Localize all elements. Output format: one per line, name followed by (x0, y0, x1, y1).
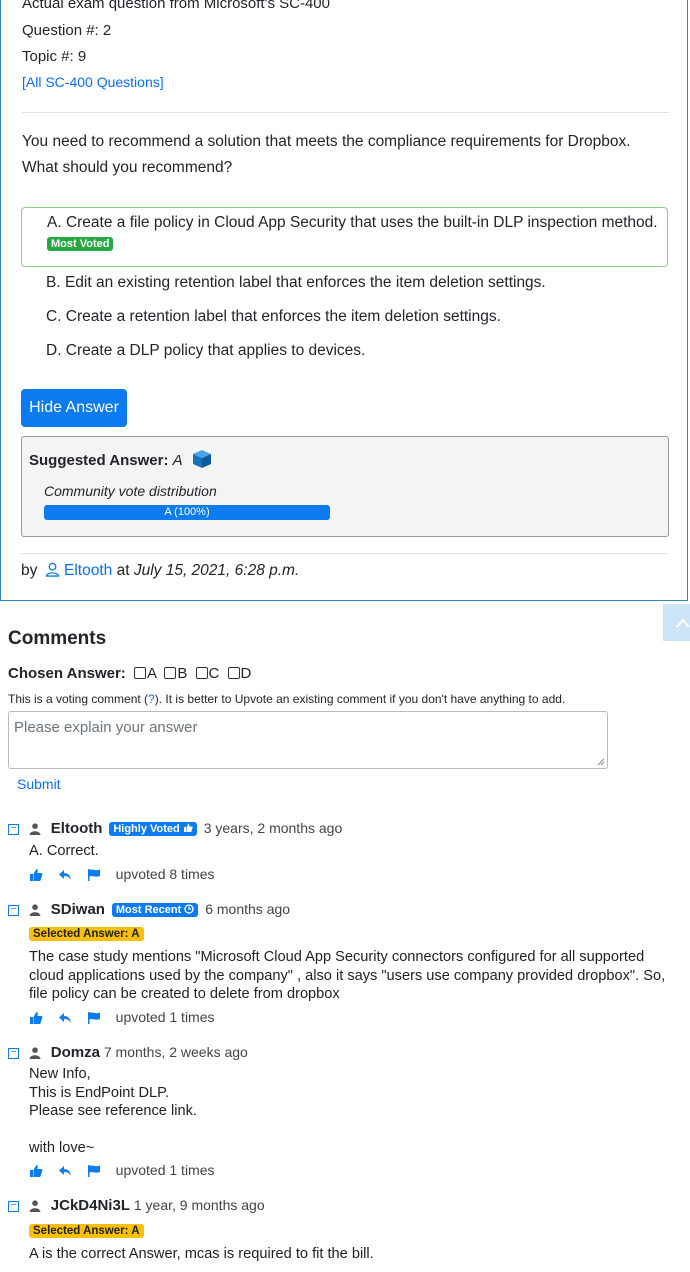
comment-textarea[interactable]: Please explain your answer (8, 711, 608, 769)
post-date: July 15, 2021, 6:28 p.m. (133, 562, 300, 579)
most-recent-label: Most Recent (115, 904, 182, 917)
highly-voted-badge: Highly Voted (109, 822, 197, 837)
comment-actions: upvoted 8 times (29, 866, 215, 882)
textarea-placeholder: Please explain your answer (14, 719, 198, 736)
all-questions-link[interactable]: [All SC-400 Questions] (22, 74, 164, 90)
choice-a-label: A (146, 665, 157, 682)
voting-note-prefix: This is a voting comment ( (8, 692, 149, 706)
flag-icon[interactable] (87, 1164, 101, 1178)
submit-button[interactable]: Submit (17, 776, 61, 792)
collapse-icon[interactable]: − (8, 823, 19, 835)
voting-note: This is a voting comment (?). It is bett… (8, 692, 565, 706)
comment-time: 1 year, 9 months ago (133, 1197, 265, 1213)
upvote-icon[interactable] (29, 1164, 43, 1178)
user-icon (29, 1200, 41, 1213)
collapse-icon[interactable]: − (8, 904, 19, 916)
thumbs-up-icon (183, 823, 193, 833)
exam-header: Actual exam question from Microsoft's SC… (22, 0, 330, 12)
comment-username[interactable]: SDiwan (51, 901, 105, 918)
suggested-answer: Suggested Answer: A (29, 449, 213, 469)
community-vote-label: Community vote distribution (44, 483, 217, 499)
reply-icon[interactable] (58, 1164, 72, 1178)
resize-handle-icon (597, 758, 605, 766)
comment-username[interactable]: JCkD4Ni3L (51, 1197, 130, 1214)
comments-title: Comments (8, 628, 107, 649)
collapse-icon[interactable]: − (8, 1200, 19, 1212)
cube-icon (192, 450, 211, 468)
reply-icon[interactable] (58, 868, 72, 882)
user-icon (29, 823, 41, 836)
most-recent-badge: Most Recent (111, 903, 199, 918)
question-text-line1: You need to recommend a solution that me… (22, 133, 631, 150)
option-b[interactable]: B. Edit an existing retention label that… (21, 268, 668, 292)
checkbox-b[interactable] (164, 667, 177, 680)
comment-time: 3 years, 2 months ago (203, 820, 343, 836)
divider (22, 112, 669, 113)
comment-text: A. Correct. (29, 843, 99, 859)
upvote-count: upvoted 8 times (115, 866, 215, 882)
author-line: by Eltooth at July 15, 2021, 6:28 p.m. (21, 562, 299, 580)
option-d[interactable]: D. Create a DLP policy that applies to d… (21, 336, 668, 360)
checkbox-a[interactable] (133, 667, 146, 680)
comment-username[interactable]: Domza (51, 1044, 100, 1061)
comment-text: New Info, This is EndPoint DLP. Please s… (29, 1066, 197, 1156)
reply-icon[interactable] (58, 1011, 72, 1025)
at-label: at (116, 562, 130, 579)
suggested-answer-box: Suggested Answer: A Community vote distr… (21, 436, 669, 537)
voting-note-suffix: ). It is better to Upvote an existing co… (154, 692, 566, 706)
user-outline-icon (45, 562, 60, 577)
comment-actions: upvoted 1 times (29, 1009, 215, 1025)
collapse-icon[interactable]: − (8, 1047, 19, 1059)
choice-b-label: B (177, 665, 188, 682)
flag-icon[interactable] (87, 1011, 101, 1025)
comment-header: − Domza 7 months, 2 weeks ago (8, 1044, 248, 1061)
checkbox-d[interactable] (227, 667, 240, 680)
question-text-line2: What should you recommend? (22, 159, 233, 176)
option-a[interactable]: A. Create a file policy in Cloud App Sec… (21, 207, 668, 267)
question-number: Question #: 2 (22, 22, 112, 39)
checkbox-c[interactable] (195, 667, 208, 680)
option-c[interactable]: C. Create a retention label that enforce… (21, 302, 668, 326)
comment-header: − SDiwan Most Recent 6 months ago (8, 901, 290, 918)
flag-icon[interactable] (87, 868, 101, 882)
chosen-answer-label: Chosen Answer: (8, 665, 126, 682)
suggested-answer-label: Suggested Answer: (29, 452, 169, 469)
comment-text: A is the correct Answer, mcas is require… (29, 1246, 374, 1262)
comment-header: − Eltooth Highly Voted 3 years, 2 months… (8, 820, 342, 837)
upvote-count: upvoted 1 times (115, 1009, 215, 1025)
user-icon (29, 904, 41, 917)
upvote-icon[interactable] (29, 1011, 43, 1025)
vote-bar-a: A (100%) (44, 505, 330, 520)
selected-answer-badge: Selected Answer: A (29, 927, 144, 941)
comment-username[interactable]: Eltooth (51, 820, 103, 837)
highly-voted-label: Highly Voted (113, 823, 180, 836)
choice-d-label: D (240, 665, 252, 682)
voting-help-link[interactable]: ? (148, 692, 155, 706)
comment-actions: upvoted 1 times (29, 1162, 215, 1178)
comment-header: − JCkD4Ni3L 1 year, 9 months ago (8, 1197, 265, 1214)
comment-time: 6 months ago (205, 901, 291, 917)
topic-number: Topic #: 9 (22, 48, 87, 65)
upvote-icon[interactable] (29, 868, 43, 882)
divider (21, 553, 668, 554)
comment-time: 7 months, 2 weeks ago (103, 1044, 248, 1060)
scroll-to-top-button[interactable] (663, 604, 690, 641)
clock-icon (184, 904, 194, 914)
suggested-answer-value: A (172, 452, 183, 469)
author-link[interactable]: Eltooth (64, 562, 112, 579)
hide-answer-button[interactable]: Hide Answer (21, 389, 127, 427)
by-label: by (21, 562, 38, 579)
comment-text: The case study mentions "Microsoft Cloud… (29, 949, 666, 1002)
selected-answer-badge: Selected Answer: A (29, 1224, 144, 1238)
chevron-up-icon (676, 618, 690, 628)
chosen-answer-row: Chosen Answer: A B C D (8, 665, 251, 682)
user-icon (29, 1047, 41, 1060)
choice-c-label: C (208, 665, 220, 682)
most-voted-badge: Most Voted (47, 237, 114, 251)
upvote-count: upvoted 1 times (115, 1162, 215, 1178)
option-a-label: A. Create a file policy in Cloud App Sec… (47, 214, 658, 231)
